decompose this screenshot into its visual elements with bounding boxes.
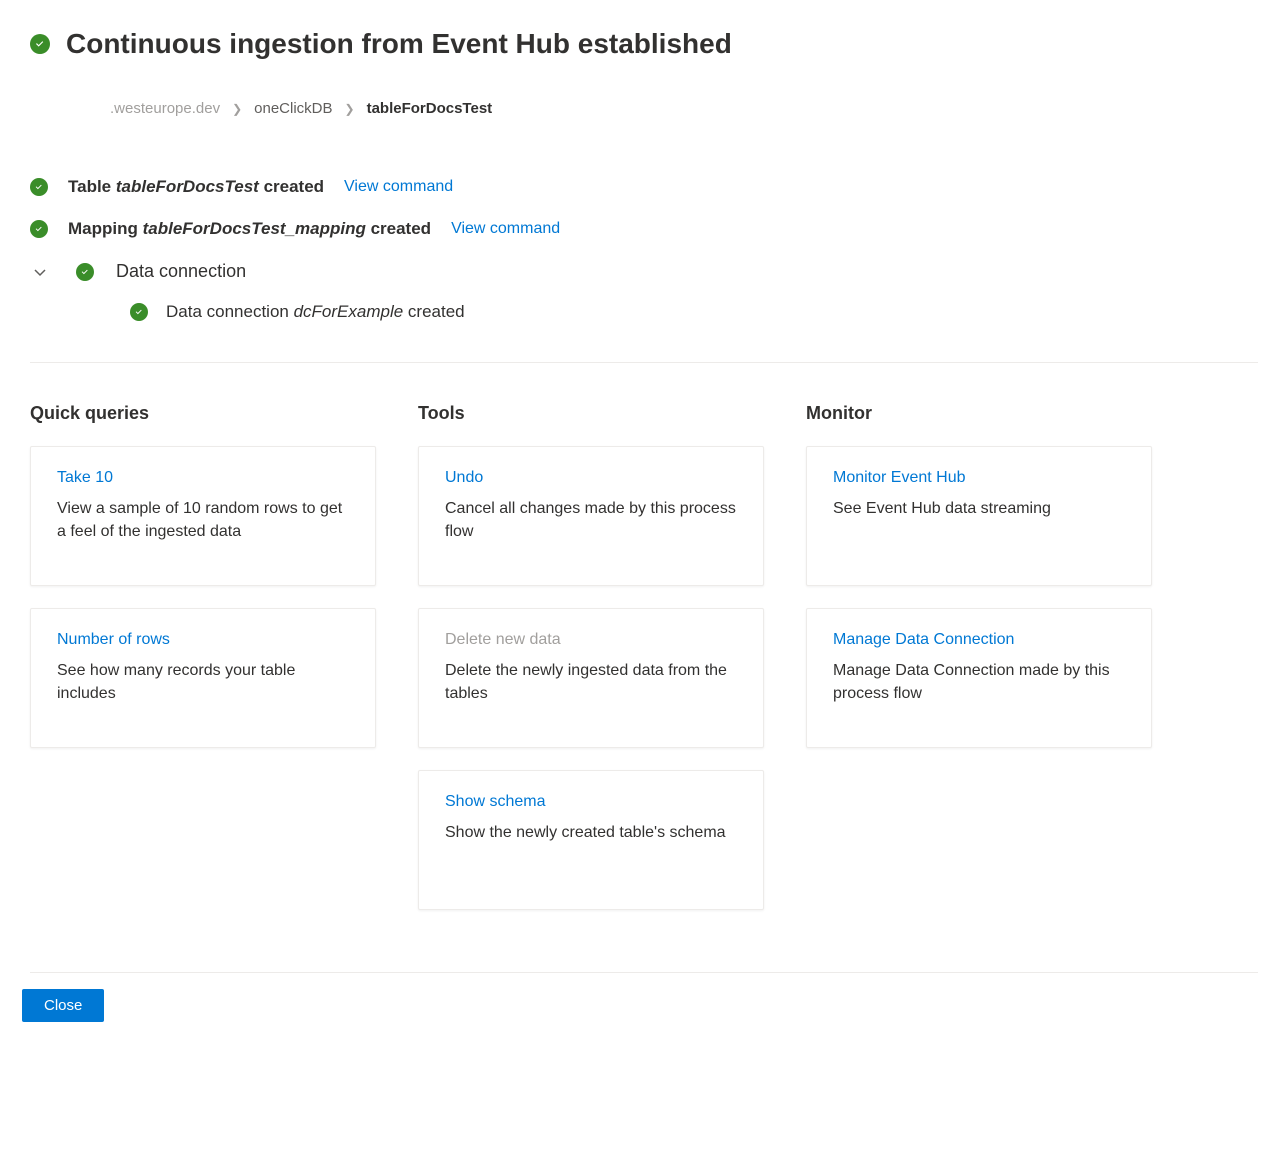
show-schema-desc: Show the newly created table's schema xyxy=(445,821,737,844)
chevron-right-icon: ❯ xyxy=(345,102,355,116)
card-show-schema: Show schema Show the newly created table… xyxy=(418,770,764,910)
column-quick-queries: Quick queries Take 10 View a sample of 1… xyxy=(30,403,376,932)
take-10-link[interactable]: Take 10 xyxy=(57,469,113,487)
table-name: tableForDocsTest xyxy=(116,177,259,196)
breadcrumb-table: tableForDocsTest xyxy=(367,100,493,117)
monitor-title: Monitor xyxy=(806,403,1152,424)
monitor-event-hub-link[interactable]: Monitor Event Hub xyxy=(833,469,966,487)
success-check-icon xyxy=(130,303,148,321)
column-tools: Tools Undo Cancel all changes made by th… xyxy=(418,403,764,932)
page-title: Continuous ingestion from Event Hub esta… xyxy=(66,28,732,60)
delete-new-data-desc: Delete the newly ingested data from the … xyxy=(445,659,737,705)
take-10-desc: View a sample of 10 random rows to get a… xyxy=(57,497,349,543)
footer-divider xyxy=(30,972,1258,973)
breadcrumb-cluster[interactable]: .westeurope.dev xyxy=(110,100,220,117)
card-take-10: Take 10 View a sample of 10 random rows … xyxy=(30,446,376,586)
dc-created-suffix: created xyxy=(403,302,464,321)
monitor-event-hub-desc: See Event Hub data streaming xyxy=(833,497,1125,520)
success-check-icon xyxy=(30,34,50,54)
success-check-icon xyxy=(30,220,48,238)
dc-created-prefix: Data connection xyxy=(166,302,294,321)
number-of-rows-desc: See how many records your table includes xyxy=(57,659,349,705)
data-connection-heading: Data connection xyxy=(116,261,246,282)
breadcrumb: .westeurope.dev ❯ oneClickDB ❯ tableForD… xyxy=(110,100,1258,117)
undo-link[interactable]: Undo xyxy=(445,469,483,487)
card-number-of-rows: Number of rows See how many records your… xyxy=(30,608,376,748)
card-undo: Undo Cancel all changes made by this pro… xyxy=(418,446,764,586)
success-check-icon xyxy=(76,263,94,281)
mapping-created-text: Mapping tableForDocsTest_mapping created xyxy=(68,219,431,239)
chevron-right-icon: ❯ xyxy=(232,102,242,116)
quick-queries-title: Quick queries xyxy=(30,403,376,424)
success-check-icon xyxy=(30,178,48,196)
card-delete-new-data: Delete new data Delete the newly ingeste… xyxy=(418,608,764,748)
show-schema-link[interactable]: Show schema xyxy=(445,793,546,811)
table-created-prefix: Table xyxy=(68,177,116,196)
delete-new-data-link: Delete new data xyxy=(445,631,561,649)
view-command-table-link[interactable]: View command xyxy=(344,178,453,196)
manage-data-connection-desc: Manage Data Connection made by this proc… xyxy=(833,659,1125,705)
chevron-down-icon[interactable] xyxy=(30,262,50,282)
mapping-name: tableForDocsTest_mapping xyxy=(143,219,366,238)
data-connection-created-text: Data connection dcForExample created xyxy=(166,302,465,322)
manage-data-connection-link[interactable]: Manage Data Connection xyxy=(833,631,1014,649)
mapping-created-prefix: Mapping xyxy=(68,219,143,238)
undo-desc: Cancel all changes made by this process … xyxy=(445,497,737,543)
close-button[interactable]: Close xyxy=(22,989,104,1022)
breadcrumb-database[interactable]: oneClickDB xyxy=(254,100,332,117)
mapping-created-suffix: created xyxy=(366,219,431,238)
number-of-rows-link[interactable]: Number of rows xyxy=(57,631,170,649)
view-command-mapping-link[interactable]: View command xyxy=(451,220,560,238)
tools-title: Tools xyxy=(418,403,764,424)
column-monitor: Monitor Monitor Event Hub See Event Hub … xyxy=(806,403,1152,932)
table-created-text: Table tableForDocsTest created xyxy=(68,177,324,197)
card-manage-data-connection: Manage Data Connection Manage Data Conne… xyxy=(806,608,1152,748)
dc-name: dcForExample xyxy=(294,302,404,321)
table-created-suffix: created xyxy=(259,177,324,196)
card-monitor-event-hub: Monitor Event Hub See Event Hub data str… xyxy=(806,446,1152,586)
section-divider xyxy=(30,362,1258,363)
